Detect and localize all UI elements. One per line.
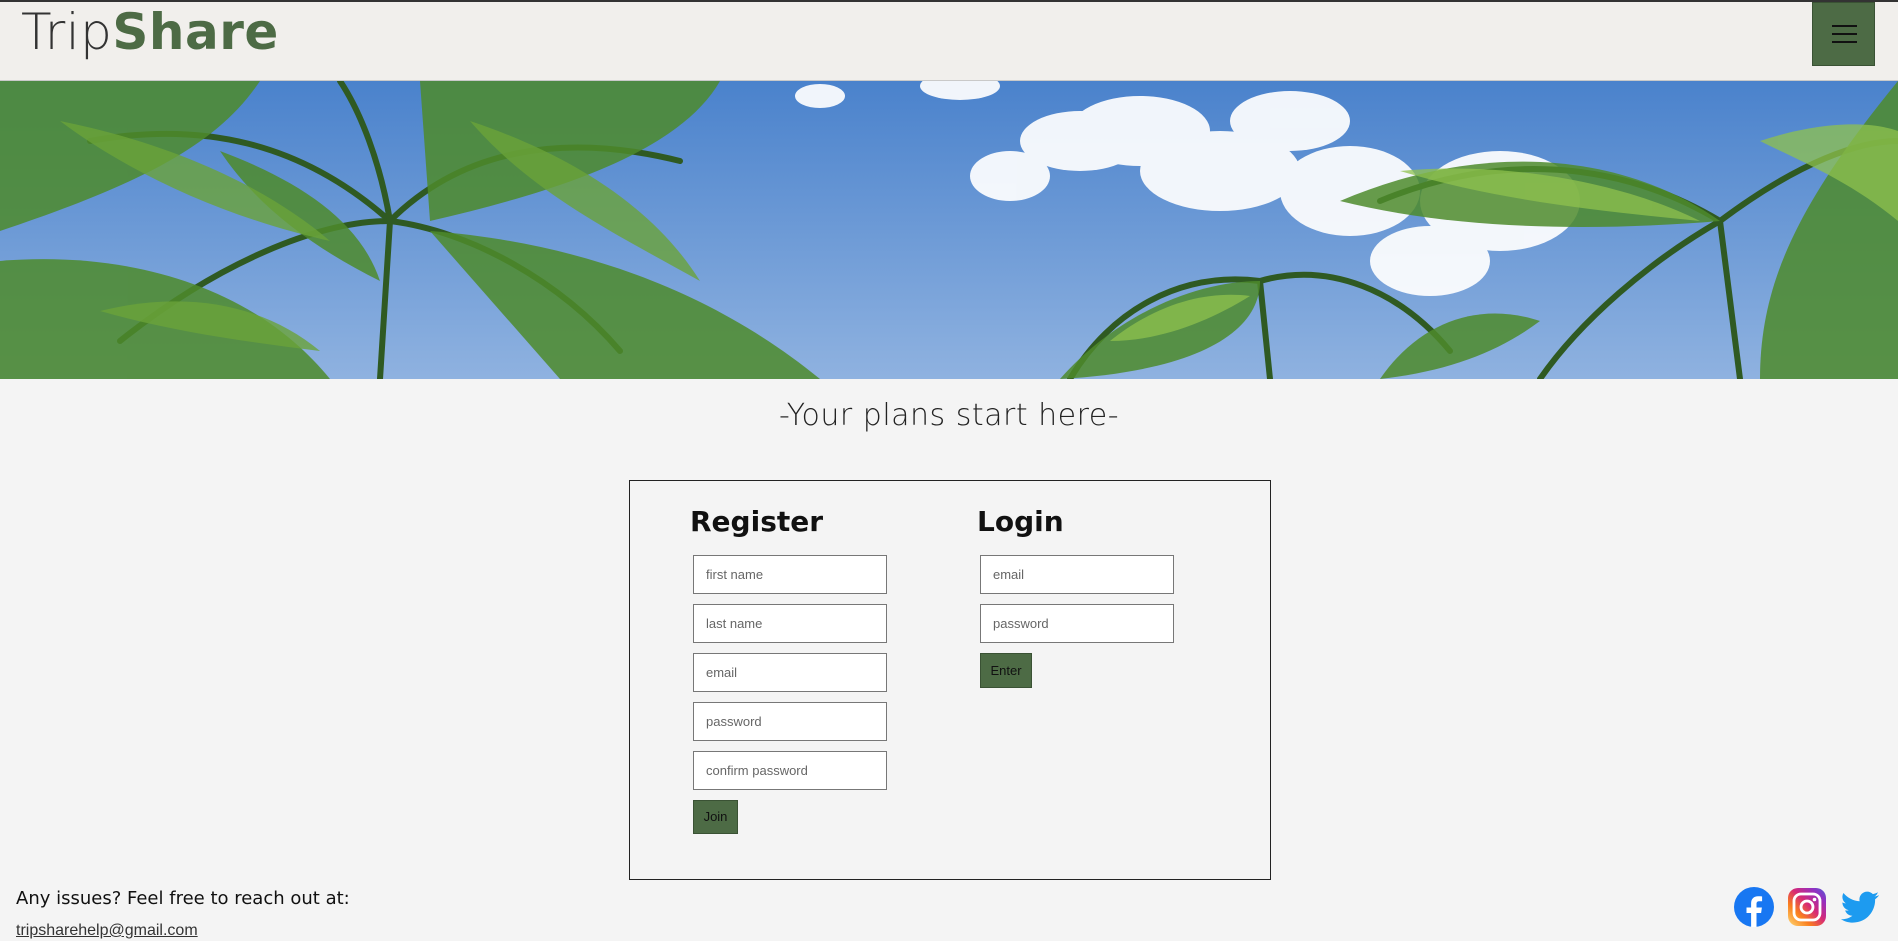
register-confirm-password-input[interactable] <box>693 751 887 790</box>
hamburger-icon-bar <box>1832 33 1857 35</box>
register-email-input[interactable] <box>693 653 887 692</box>
register-title: Register <box>690 505 824 538</box>
register-last-name-input[interactable] <box>693 604 887 643</box>
instagram-icon[interactable] <box>1787 887 1827 927</box>
login-password-input[interactable] <box>980 604 1174 643</box>
footer-issues-text: Any issues? Feel free to reach out at: <box>16 888 350 909</box>
register-first-name-input[interactable] <box>693 555 887 594</box>
enter-button[interactable]: Enter <box>980 653 1032 688</box>
auth-form-box: Register Join Login Enter <box>629 480 1271 880</box>
palm-trees-image <box>0 81 1898 379</box>
logo-share: Share <box>112 3 279 61</box>
login-email-input[interactable] <box>980 555 1174 594</box>
site-header: TripShare <box>0 0 1898 81</box>
login-title: Login <box>977 505 1064 538</box>
twitter-icon[interactable] <box>1840 887 1880 927</box>
logo[interactable]: TripShare <box>21 4 279 60</box>
hamburger-icon-bar <box>1832 41 1857 43</box>
hamburger-menu-button[interactable] <box>1812 2 1875 66</box>
join-button[interactable]: Join <box>693 800 738 834</box>
logo-trip: Trip <box>21 3 113 61</box>
tagline: -Your plans start here- <box>778 398 1120 433</box>
footer-email-link[interactable]: tripsharehelp@gmail.com <box>16 922 198 940</box>
hamburger-icon <box>1832 25 1857 27</box>
facebook-icon[interactable] <box>1734 887 1774 927</box>
register-password-input[interactable] <box>693 702 887 741</box>
hero-banner-image <box>0 81 1898 379</box>
